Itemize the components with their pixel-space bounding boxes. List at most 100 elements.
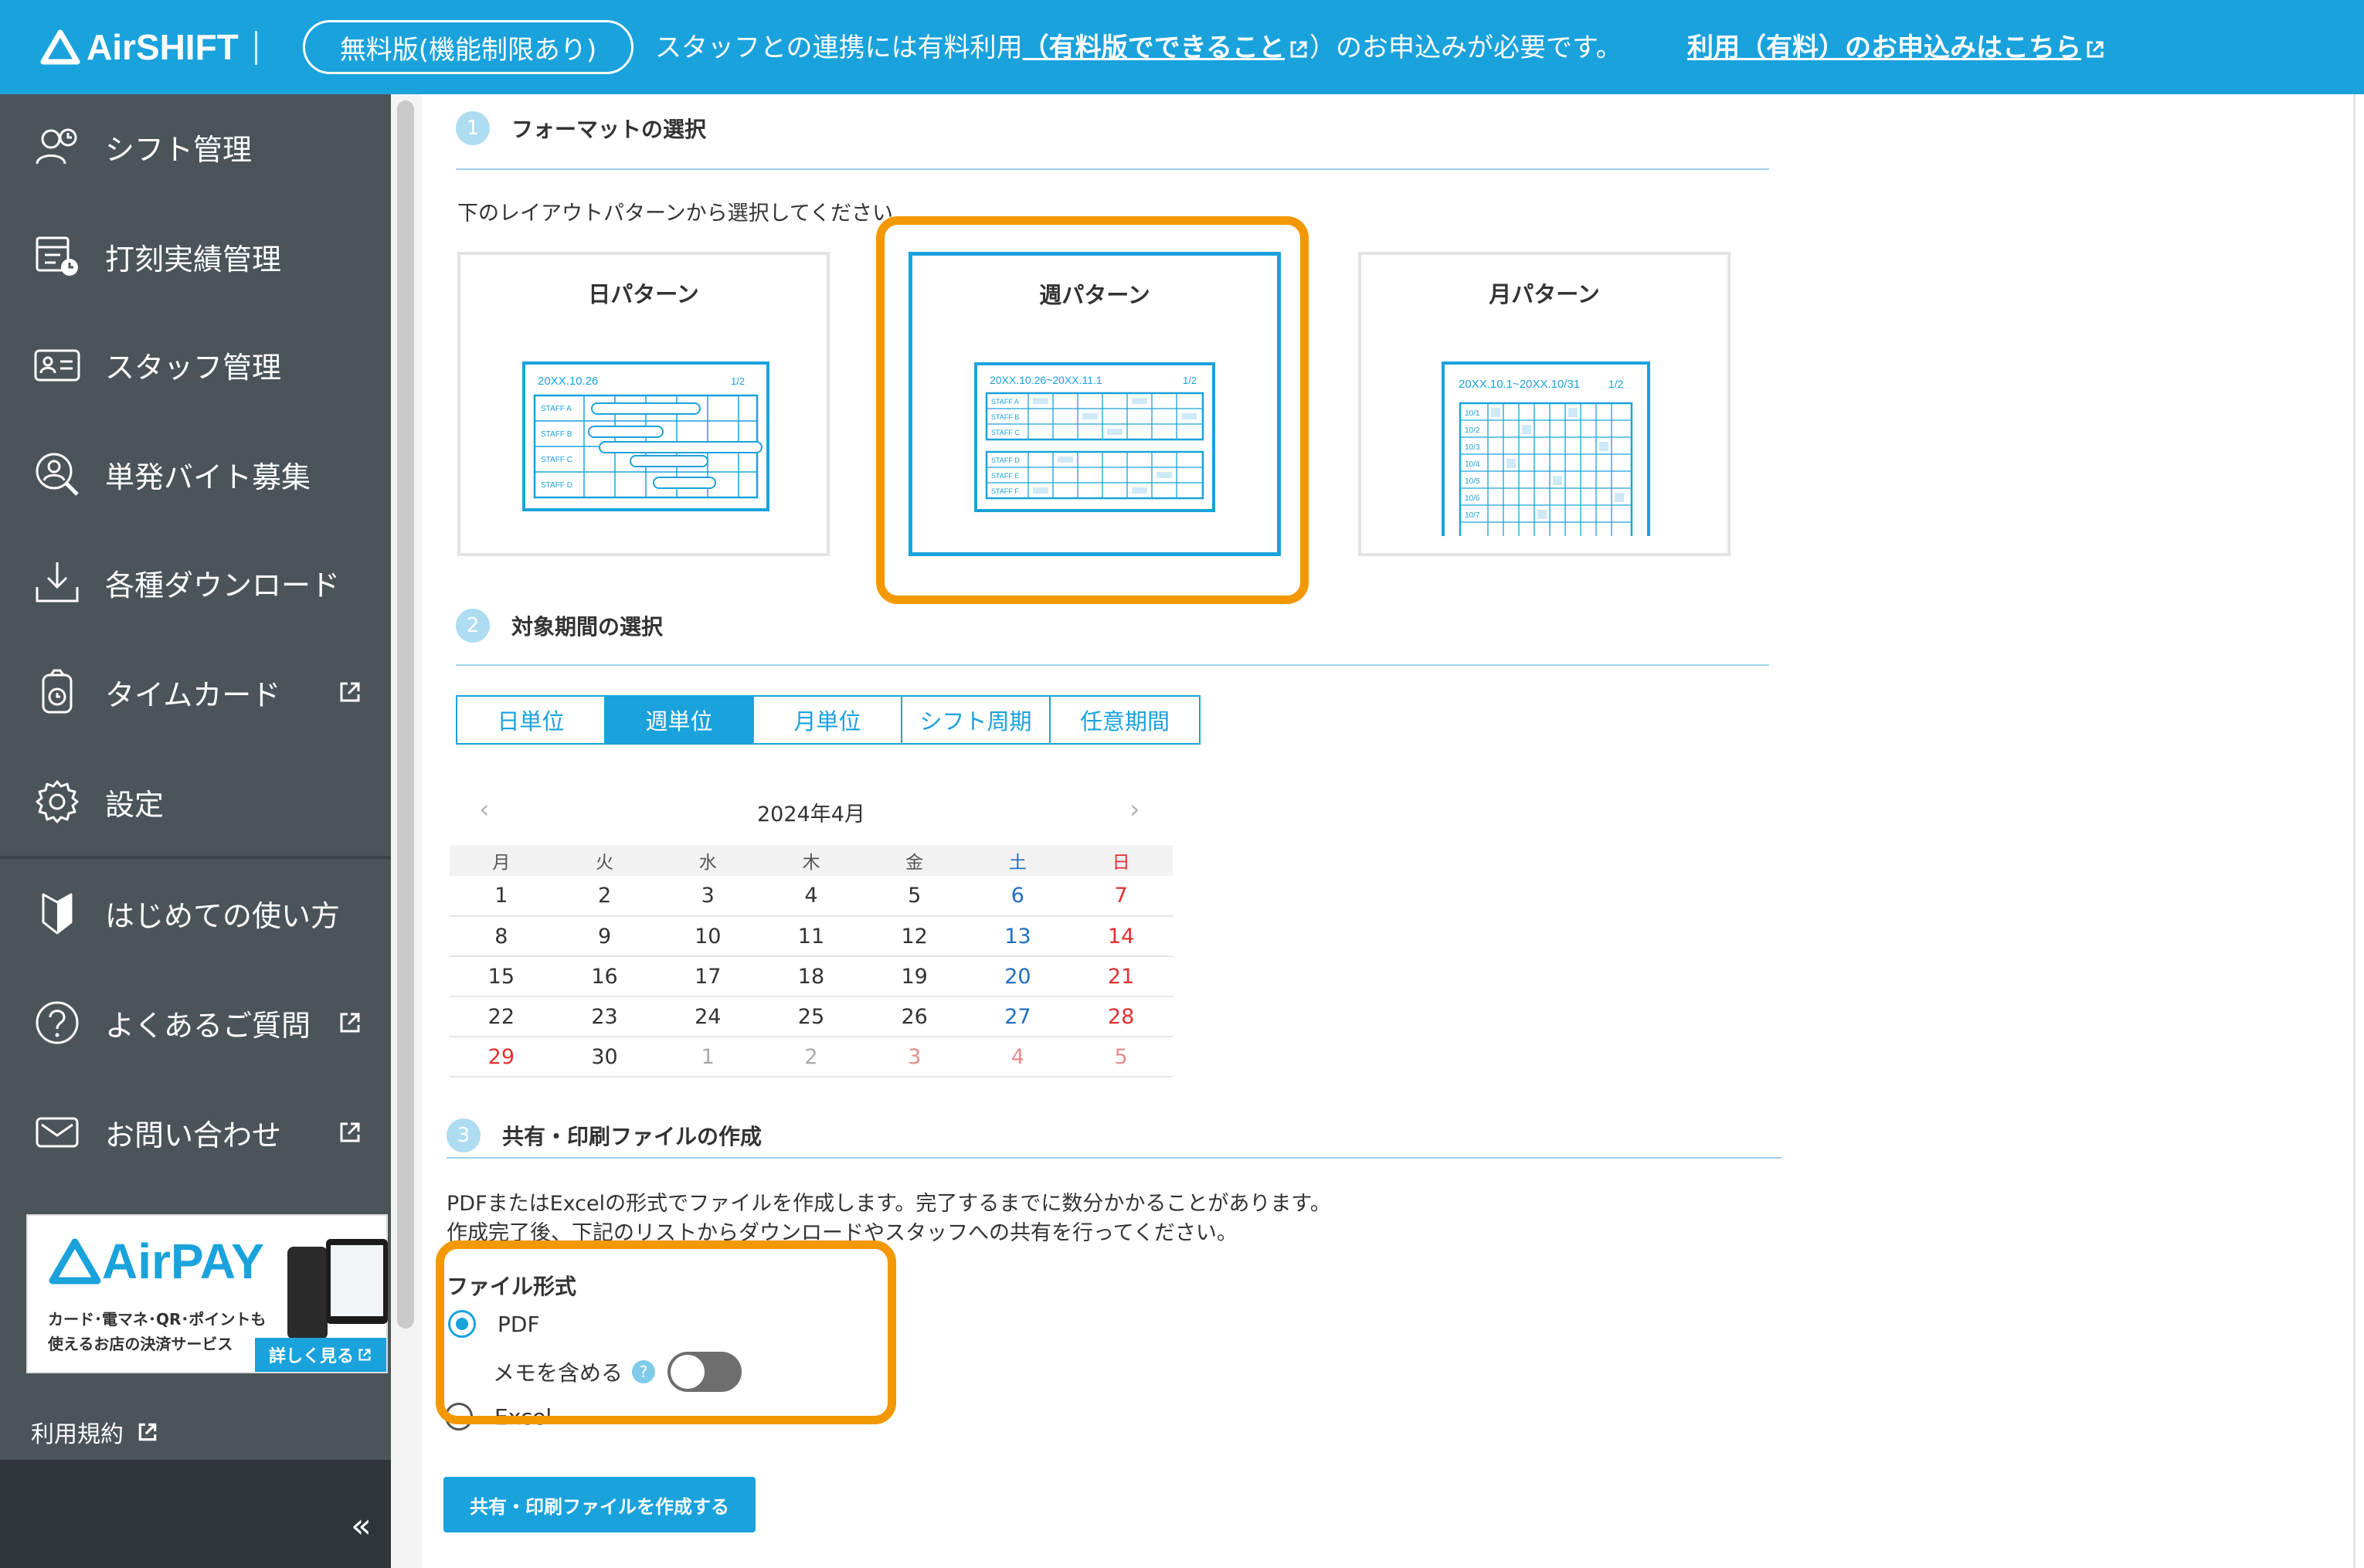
- tab-shift-cycle[interactable]: シフト周期: [902, 697, 1051, 743]
- tab-day[interactable]: 日単位: [457, 697, 606, 743]
- external-link-icon: [138, 1423, 157, 1441]
- sidebar-item-staff-management[interactable]: スタッフ管理: [0, 318, 391, 411]
- tab-custom-period[interactable]: 任意期間: [1051, 697, 1199, 743]
- notice-pre: スタッフとの連携には有料利用: [655, 32, 1023, 63]
- preview-day: 10/3: [1465, 443, 1480, 452]
- calendar-day[interactable]: 1: [450, 876, 553, 917]
- sidebar-item-label: スタッフ管理: [105, 350, 282, 385]
- calendar-day[interactable]: 9: [552, 916, 657, 957]
- calendar-day[interactable]: 19: [862, 956, 966, 997]
- external-link-icon: [2087, 41, 2104, 57]
- calendar-day[interactable]: 18: [759, 956, 863, 997]
- calendar-day[interactable]: 6: [966, 876, 1070, 917]
- sidebar-item-contact[interactable]: お問い合わせ: [0, 1086, 391, 1179]
- step-number: 3: [447, 1118, 481, 1152]
- calendar-week-row[interactable]: 29 30 1 2 3 4 5: [450, 1037, 1173, 1078]
- calendar-day[interactable]: 27: [966, 996, 1070, 1037]
- sidebar-item-label: 単発バイト募集: [105, 460, 311, 494]
- calendar-day[interactable]: 20: [966, 956, 1070, 997]
- weekday-header: 日: [1069, 845, 1173, 876]
- calendar-day[interactable]: 30: [552, 1037, 657, 1078]
- calendar-week-row[interactable]: 22 23 24 25 26 27 28: [450, 996, 1173, 1037]
- calendar-week-row[interactable]: 15 16 17 18 19 20 21: [450, 956, 1173, 997]
- calendar-day[interactable]: 12: [862, 916, 966, 957]
- calendar-week-row[interactable]: 1 2 3 4 5 6 7: [450, 876, 1173, 917]
- sidebar-item-one-time-job[interactable]: 単発バイト募集: [0, 428, 391, 521]
- gear-icon: [36, 780, 79, 823]
- calendar-day[interactable]: 3: [862, 1037, 966, 1078]
- calendar-day[interactable]: 5: [1069, 1037, 1173, 1078]
- calendar-day[interactable]: 15: [450, 956, 553, 997]
- calendar-day[interactable]: 24: [656, 996, 760, 1037]
- airpay-logo-icon: [49, 1238, 101, 1285]
- format-card-month[interactable]: 月パターン 20XX.10.1~20XX.10/31 1/2 10/1 10/2…: [1358, 252, 1731, 556]
- preview-day: 10/6: [1465, 494, 1480, 503]
- calendar-day[interactable]: 22: [450, 996, 553, 1037]
- calendar-week-row[interactable]: 8 9 10 11 12 13 14: [450, 916, 1173, 957]
- sidebar-item-shift-management[interactable]: シフト管理: [0, 100, 391, 193]
- calendar-day[interactable]: 29: [450, 1037, 553, 1078]
- calendar-day[interactable]: 4: [966, 1037, 1070, 1078]
- apply-paid-link[interactable]: 利用（有料）のお申込みはこちら: [1687, 26, 2106, 64]
- month-pattern-preview: 20XX.10.1~20XX.10/31 1/2 10/1 10/2 10/3 …: [1442, 361, 1650, 536]
- calendar-day[interactable]: 3: [656, 876, 760, 917]
- sidebar-item-downloads[interactable]: 各種ダウンロード: [0, 536, 391, 629]
- tab-month[interactable]: 月単位: [754, 697, 902, 743]
- airshift-logo[interactable]: AirSHIFT: [40, 23, 239, 71]
- sidebar-item-settings[interactable]: 設定: [0, 755, 391, 848]
- calendar-day[interactable]: 7: [1069, 876, 1173, 917]
- calendar-grid: 月 火 水 木 金 土 日 1 2 3 4 5 6 7 8 9 10 11 12…: [450, 845, 1173, 1078]
- format-card-day[interactable]: 日パターン 20XX.10.26 1/2 STAFF A STAFF B STA…: [457, 252, 830, 556]
- calendar-day[interactable]: 28: [1069, 996, 1173, 1037]
- preview-staff: STAFF A: [541, 405, 572, 413]
- sidebar-item-faq[interactable]: よくあるご質問: [0, 976, 391, 1069]
- sidebar-item-label: 設定: [105, 787, 165, 822]
- external-link-icon: [340, 682, 360, 702]
- airpay-tagline-2: 使えるお店の決済サービス: [48, 1335, 233, 1353]
- calendar-day[interactable]: 4: [759, 876, 863, 917]
- calendar-day[interactable]: 21: [1069, 956, 1173, 997]
- card-title: 月パターン: [1489, 281, 1600, 307]
- card-reader-image: [287, 1247, 328, 1339]
- airshift-logo-icon: [40, 29, 80, 65]
- mail-icon: [36, 1117, 79, 1148]
- calendar-month: 2024年4月: [757, 803, 865, 826]
- day-pattern-preview: 20XX.10.26 1/2 STAFF A STAFF B STAFF C S…: [522, 361, 769, 511]
- sidebar-item-timecard[interactable]: タイムカード: [0, 646, 391, 738]
- calendar-day[interactable]: 8: [450, 916, 553, 957]
- calendar-prev-button[interactable]: ‹: [479, 794, 490, 825]
- collapse-sidebar-button[interactable]: «: [351, 1506, 372, 1546]
- calendar-day[interactable]: 14: [1069, 916, 1173, 957]
- section-create-file-heading: 3 共有・印刷ファイルの作成: [447, 1118, 762, 1152]
- sidebar-scrollbar-thumb[interactable]: [397, 100, 414, 1329]
- tab-week[interactable]: 週単位: [606, 697, 754, 743]
- airpay-ad-banner[interactable]: AirPAY カード･電マネ･QR･ポイントも 使えるお店の決済サービス 詳しく…: [26, 1214, 388, 1373]
- notice-post: ）のお申込みが必要です。: [1309, 32, 1622, 63]
- calendar-day[interactable]: 23: [552, 996, 657, 1037]
- calendar-day[interactable]: 26: [862, 996, 966, 1037]
- main-content: 1 フォーマットの選択 下のレイアウトパターンから選択してください 日パターン …: [422, 94, 2364, 1568]
- sidebar-item-getting-started[interactable]: はじめての使い方: [0, 867, 391, 959]
- calendar-next-button[interactable]: ›: [1129, 794, 1140, 825]
- calendar-day[interactable]: 2: [759, 1037, 863, 1078]
- sidebar-item-punch-records[interactable]: 打刻実績管理: [0, 210, 391, 303]
- calendar-day[interactable]: 2: [552, 876, 657, 917]
- calendar-day[interactable]: 1: [656, 1037, 760, 1078]
- calendar-day[interactable]: 13: [966, 916, 1070, 957]
- weekday-header: 金: [862, 845, 966, 876]
- paid-features-link[interactable]: （有料版でできること: [1023, 32, 1309, 63]
- airpay-brand-text: AirPAY: [102, 1234, 264, 1289]
- calendar-day[interactable]: 11: [759, 916, 863, 957]
- calendar-day[interactable]: 16: [552, 956, 657, 997]
- sidebar-nav: シフト管理 打刻実績管理 スタッフ管理 単発バイト募集 各種ダウンロード タイム…: [0, 94, 391, 1568]
- create-share-print-file-button[interactable]: 共有・印刷ファイルを作成する: [443, 1477, 756, 1532]
- airpay-more-button[interactable]: 詳しく見る: [255, 1338, 386, 1372]
- calendar-day[interactable]: 10: [656, 916, 760, 957]
- timesheet-clock-icon: [36, 236, 78, 276]
- terms-link[interactable]: 利用規約: [31, 1415, 159, 1449]
- calendar-day[interactable]: 25: [759, 996, 863, 1037]
- section-title: 共有・印刷ファイルの作成: [502, 1124, 763, 1149]
- sidebar-item-label: はじめての使い方: [105, 898, 341, 933]
- calendar-day[interactable]: 5: [862, 876, 966, 917]
- calendar-day[interactable]: 17: [656, 956, 760, 997]
